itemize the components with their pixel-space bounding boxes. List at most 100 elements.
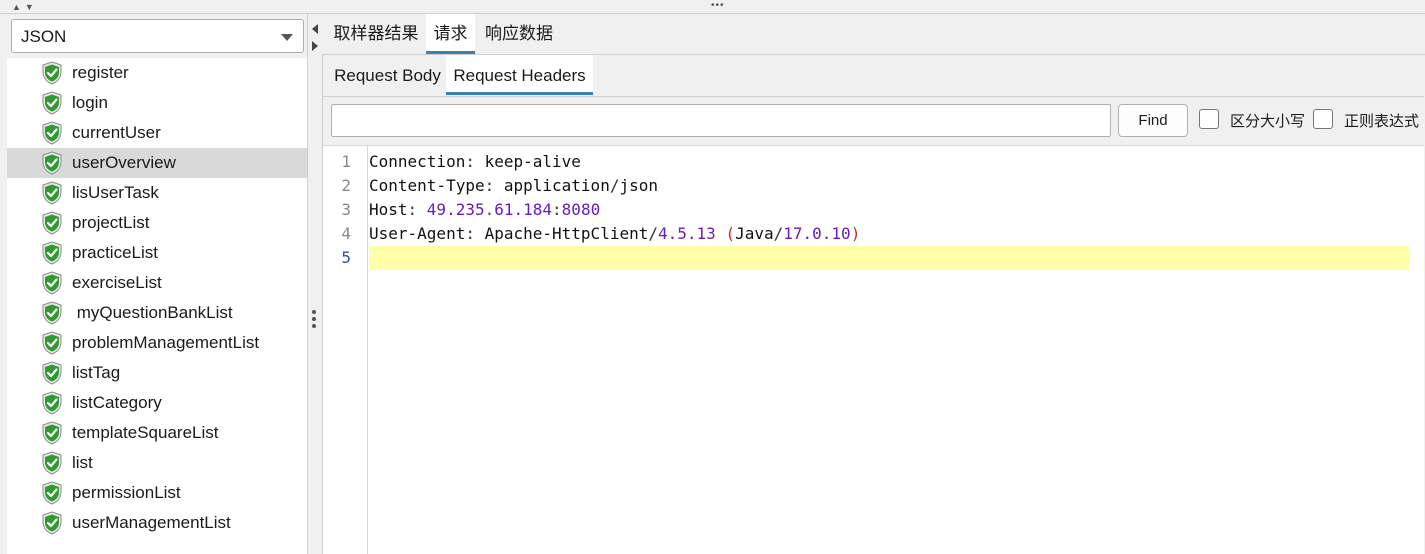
header-separator: :: [465, 152, 485, 171]
header-separator: :: [407, 200, 427, 219]
sampler-item[interactable]: projectList: [7, 208, 307, 238]
grip-dots-icon[interactable]: •••: [711, 1, 725, 11]
sampler-item[interactable]: lisUserTask: [7, 178, 307, 208]
sampler-label: practiceList: [72, 243, 158, 262]
case-sensitive-checkbox[interactable]: [1199, 109, 1219, 129]
header-value: Apache-HttpClient/4.5.13 (Java/17.0.10): [484, 224, 861, 243]
line-number: 1: [341, 152, 351, 171]
sampler-label: register: [72, 63, 129, 82]
chevron-down-icon[interactable]: [281, 34, 293, 41]
sampler-item[interactable]: listTag: [7, 358, 307, 388]
shield-check-icon: [42, 331, 62, 355]
find-button[interactable]: Find: [1118, 104, 1188, 137]
shield-check-icon: [42, 421, 62, 445]
sampler-item[interactable]: problemManagementList: [7, 328, 307, 358]
shield-check-icon: [42, 271, 62, 295]
inner-tab-bar: Request Body Request Headers: [323, 55, 1424, 97]
shield-check-icon: [42, 181, 62, 205]
sampler-label: listTag: [72, 363, 121, 382]
shield-check-icon: [42, 301, 62, 325]
tab-request-body[interactable]: Request Body: [327, 55, 448, 95]
sampler-item[interactable]: list: [7, 448, 307, 478]
header-value: application/json: [503, 176, 658, 195]
detail-panel: 取样器结果 请求 响应数据 Request Body Request Heade…: [322, 14, 1425, 554]
collapse-left-icon[interactable]: [312, 24, 318, 34]
sampler-item[interactable]: practiceList: [7, 238, 307, 268]
sampler-label: currentUser: [72, 123, 161, 142]
shield-check-icon: [42, 391, 62, 415]
sampler-label: exerciseList: [72, 273, 162, 292]
request-view: Request Body Request Headers Find 区分大小写 …: [322, 55, 1425, 554]
shield-check-icon: [42, 361, 62, 385]
header-value: keep-alive: [484, 152, 581, 171]
shield-check-icon: [42, 91, 62, 115]
sampler-item[interactable]: userManagementList: [7, 508, 307, 538]
tab-sampler-result[interactable]: 取样器结果: [326, 14, 426, 54]
sampler-label: projectList: [72, 213, 150, 232]
header-key: Host: [369, 200, 408, 219]
sampler-item[interactable]: userOverview: [7, 148, 307, 178]
tab-request-headers[interactable]: Request Headers: [446, 55, 593, 95]
header-line[interactable]: Host: 49.235.61.184:8080: [369, 198, 1409, 222]
line-number: 3: [341, 200, 351, 219]
top-split-divider[interactable]: ▲▼ •••: [0, 0, 1425, 14]
drag-grip-icon[interactable]: [312, 310, 318, 331]
sampler-label: permissionList: [72, 483, 181, 502]
sampler-item[interactable]: exerciseList: [7, 268, 307, 298]
shield-check-icon: [42, 211, 62, 235]
outer-tab-bar: 取样器结果 请求 响应数据: [322, 14, 1425, 55]
sampler-label: listCategory: [72, 393, 162, 412]
sampler-label: login: [72, 93, 108, 112]
search-toolbar: Find 区分大小写 正则表达式: [323, 97, 1424, 145]
line-number-gutter: 1 2 3 4 5: [323, 146, 368, 554]
collapse-arrows-icon[interactable]: ▲▼: [12, 2, 38, 12]
shield-check-icon: [42, 481, 62, 505]
sampler-item[interactable]: listCategory: [7, 388, 307, 418]
split-handle[interactable]: [308, 14, 322, 554]
header-separator: :: [465, 224, 485, 243]
case-sensitive-label: 区分大小写: [1230, 113, 1306, 130]
sampler-item[interactable]: login: [7, 88, 307, 118]
header-key: User-Agent: [369, 224, 466, 243]
collapse-right-icon[interactable]: [312, 41, 318, 51]
renderer-select[interactable]: JSON: [11, 19, 304, 53]
header-line[interactable]: User-Agent: Apache-HttpClient/4.5.13 (Ja…: [369, 222, 1409, 246]
shield-check-icon: [42, 121, 62, 145]
shield-check-icon: [42, 151, 62, 175]
sampler-label: list: [72, 453, 93, 472]
tab-request[interactable]: 请求: [426, 14, 475, 54]
headers-editor[interactable]: 12345 Connection: keep-alive Content-Type…: [323, 145, 1424, 554]
line-number: 2: [341, 176, 351, 195]
header-value: 49.235.61.184:8080: [426, 200, 601, 219]
header-line[interactable]: Content-Type: application/json: [369, 174, 1409, 198]
results-tree-panel: JSON register login currentUser userOvervie…: [0, 14, 308, 554]
line-number: 5: [341, 248, 351, 267]
sampler-label: myQuestionBankList: [72, 303, 233, 322]
sampler-item[interactable]: myQuestionBankList: [7, 298, 307, 328]
sampler-label: userManagementList: [72, 513, 231, 532]
shield-check-icon: [42, 451, 62, 475]
header-key: Connection: [369, 152, 466, 171]
line-number: 4: [341, 224, 351, 243]
sampler-label: userOverview: [72, 153, 176, 172]
sampler-item[interactable]: currentUser: [7, 118, 307, 148]
renderer-select-value: JSON: [21, 27, 67, 46]
shield-check-icon: [42, 61, 62, 85]
header-line[interactable]: Connection: keep-alive: [369, 150, 1409, 174]
header-line[interactable]: [369, 246, 1409, 270]
sampler-item[interactable]: templateSquareList: [7, 418, 307, 448]
sampler-item[interactable]: permissionList: [7, 478, 307, 508]
header-separator: :: [484, 176, 504, 195]
regex-label: 正则表达式: [1344, 113, 1420, 130]
sampler-label: lisUserTask: [72, 183, 159, 202]
regex-checkbox[interactable]: [1313, 109, 1333, 129]
shield-check-icon: [42, 241, 62, 265]
sampler-label: templateSquareList: [72, 423, 219, 442]
tab-response-data[interactable]: 响应数据: [477, 14, 561, 54]
header-key: Content-Type: [369, 176, 485, 195]
sampler-list: register login currentUser userOverview lisU…: [7, 58, 307, 554]
sampler-item[interactable]: register: [7, 58, 307, 88]
shield-check-icon: [42, 511, 62, 535]
search-input[interactable]: [331, 104, 1111, 137]
sampler-label: problemManagementList: [72, 333, 260, 352]
